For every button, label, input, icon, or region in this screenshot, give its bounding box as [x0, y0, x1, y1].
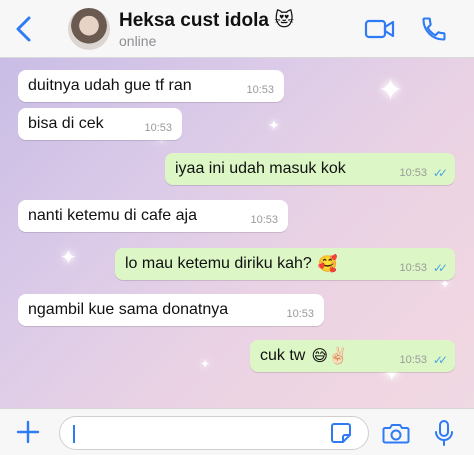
read-receipt-icon: ✓✓ — [432, 353, 448, 367]
message-incoming[interactable]: duitnya udah gue tf ran 10:53 — [18, 70, 284, 102]
camera-button[interactable] — [382, 421, 410, 445]
read-receipt-icon: ✓✓ — [432, 166, 448, 180]
read-receipt-icon: ✓✓ — [432, 261, 448, 275]
sparkle-decoration: ✦ — [60, 247, 77, 269]
message-time: 10:53 — [246, 84, 274, 96]
message-time: 10:53 — [399, 167, 427, 179]
sparkle-decoration: ✦ — [268, 117, 280, 133]
message-time: 10:53 — [399, 354, 427, 366]
contact-name[interactable]: Heksa cust idola 😻 — [119, 9, 294, 32]
microphone-button[interactable] — [434, 419, 454, 447]
message-text: iyaa ini udah masuk kok — [175, 160, 346, 177]
avatar[interactable] — [68, 8, 110, 50]
message-time: 10:53 — [144, 122, 172, 134]
message-emoji: 😅✌🏻 — [311, 348, 348, 365]
message-text: nanti ketemu di cafe aja — [28, 207, 197, 224]
composer-bar — [0, 408, 474, 455]
sparkle-decoration: ✦ — [378, 74, 404, 107]
message-incoming[interactable]: ngambil kue sama donatnya 10:53 — [18, 294, 324, 326]
video-call-button[interactable] — [364, 16, 396, 42]
message-text: duitnya udah gue tf ran — [28, 77, 192, 94]
voice-call-button[interactable] — [420, 15, 448, 43]
message-emoji: 🥰 — [317, 256, 338, 273]
message-input[interactable] — [59, 416, 369, 450]
chat-area[interactable]: ✦ ✦ ✦ ✦ ✦ ✦ ✦ ✦ duitnya udah gue tf ran … — [0, 58, 474, 408]
message-time: 10:53 — [399, 262, 427, 274]
video-camera-icon — [364, 19, 395, 39]
message-text: lo mau ketemu diriku kah? — [125, 255, 312, 272]
chat-header: Heksa cust idola 😻 online — [0, 0, 474, 58]
sparkle-decoration: ✦ — [200, 357, 211, 371]
camera-icon — [382, 424, 410, 444]
message-outgoing[interactable]: lo mau ketemu diriku kah? 🥰 10:53 ✓✓ — [115, 248, 455, 280]
message-text: ngambil kue sama donatnya — [28, 301, 229, 318]
back-button[interactable] — [12, 14, 36, 44]
message-text: bisa di cek — [28, 115, 104, 132]
message-text: cuk tw — [260, 347, 306, 364]
contact-status: online — [119, 33, 157, 49]
message-outgoing[interactable]: iyaa ini udah masuk kok 10:53 ✓✓ — [165, 153, 455, 185]
microphone-icon — [435, 420, 453, 446]
message-time: 10:53 — [286, 308, 314, 320]
message-incoming[interactable]: nanti ketemu di cafe aja 10:53 — [18, 200, 288, 232]
phone-icon — [422, 17, 446, 41]
plus-icon — [16, 420, 40, 444]
sticker-button[interactable] — [330, 422, 352, 444]
message-incoming[interactable]: bisa di cek 10:53 — [18, 108, 182, 140]
text-cursor — [73, 425, 75, 443]
message-outgoing[interactable]: cuk tw 😅✌🏻 10:53 ✓✓ — [250, 340, 455, 372]
message-time: 10:53 — [250, 214, 278, 226]
chevron-left-icon — [16, 16, 31, 42]
sticker-icon — [331, 423, 351, 443]
attach-button[interactable] — [16, 420, 40, 444]
